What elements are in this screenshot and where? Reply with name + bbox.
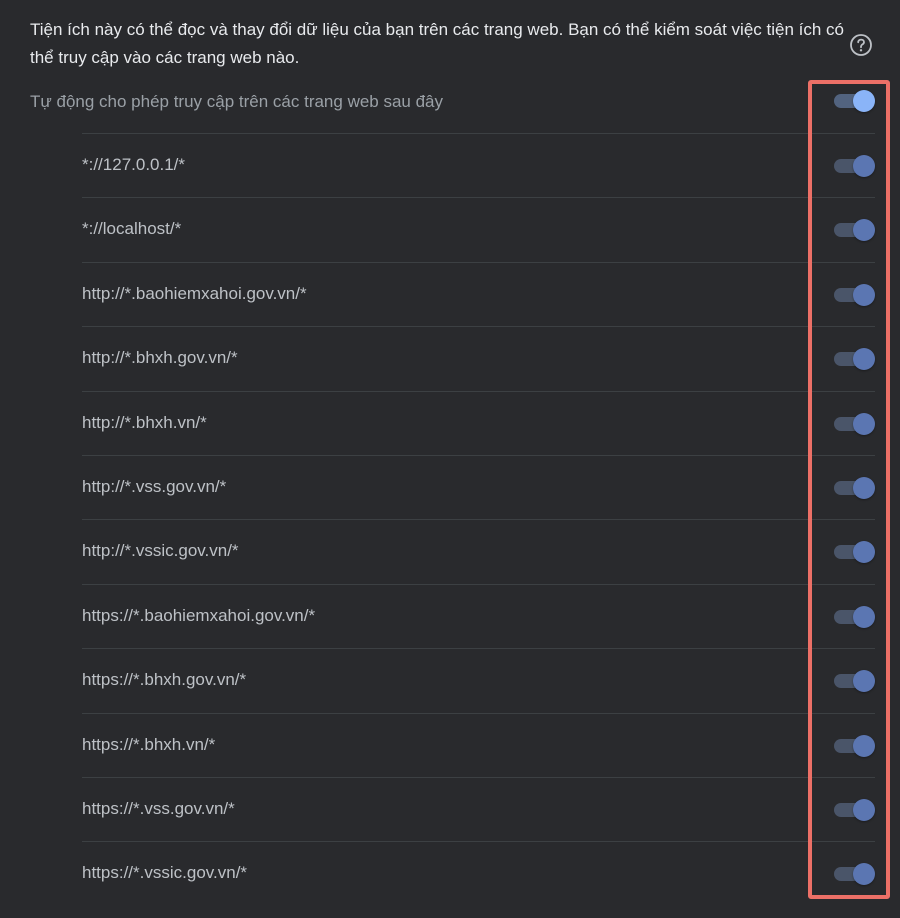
toggle-knob	[853, 219, 875, 242]
toggle-knob	[853, 541, 875, 564]
site-toggle[interactable]	[834, 541, 875, 564]
site-list: *://127.0.0.1/* *://localhost/* http://*…	[82, 133, 875, 906]
site-pattern-label: https://*.baohiemxahoi.gov.vn/*	[82, 605, 316, 625]
site-row: *://127.0.0.1/*	[82, 133, 875, 197]
toggle-knob	[853, 283, 875, 306]
help-circle-icon[interactable]	[849, 33, 873, 57]
site-toggle[interactable]	[834, 605, 875, 628]
site-row: https://*.vssic.gov.vn/*	[82, 841, 875, 905]
site-pattern-label: http://*.vss.gov.vn/*	[82, 476, 227, 496]
toggle-knob	[853, 734, 875, 757]
site-toggle[interactable]	[834, 670, 875, 693]
site-pattern-label: *://localhost/*	[82, 219, 182, 239]
site-toggle[interactable]	[834, 863, 875, 886]
site-row: https://*.bhxh.gov.vn/*	[82, 648, 875, 712]
toggle-knob	[853, 476, 875, 499]
site-toggle[interactable]	[834, 283, 875, 306]
site-row: http://*.vss.gov.vn/*	[82, 454, 875, 519]
site-toggle[interactable]	[834, 155, 875, 177]
toggle-knob	[853, 670, 875, 693]
site-row: https://*.vss.gov.vn/*	[82, 776, 875, 841]
site-row: https://*.bhxh.vn/*	[82, 712, 875, 777]
site-row: http://*.bhxh.gov.vn/*	[82, 326, 875, 390]
auto-allow-toggle[interactable]	[834, 90, 875, 112]
site-pattern-label: http://*.bhxh.vn/*	[82, 412, 207, 432]
site-row: http://*.vssic.gov.vn/*	[82, 519, 875, 583]
site-pattern-label: http://*.vssic.gov.vn/*	[82, 541, 239, 561]
site-row: https://*.baohiemxahoi.gov.vn/*	[82, 583, 875, 648]
site-row: http://*.baohiemxahoi.gov.vn/*	[82, 261, 875, 326]
auto-allow-row: Tự động cho phép truy cập trên các trang…	[30, 84, 880, 120]
site-row: *://localhost/*	[82, 197, 875, 261]
site-pattern-label: http://*.bhxh.gov.vn/*	[82, 348, 238, 368]
extension-site-access-panel: Tiện ích này có thể đọc và thay đổi dữ l…	[0, 0, 900, 918]
site-toggle[interactable]	[834, 798, 875, 821]
toggle-knob	[853, 605, 875, 628]
site-access-description: Tiện ích này có thể đọc và thay đổi dữ l…	[30, 20, 844, 67]
site-pattern-label: http://*.baohiemxahoi.gov.vn/*	[82, 283, 307, 303]
toggle-knob	[853, 90, 875, 112]
site-toggle[interactable]	[834, 476, 875, 499]
site-pattern-label: https://*.bhxh.vn/*	[82, 734, 216, 754]
site-toggle[interactable]	[834, 219, 875, 242]
toggle-knob	[853, 348, 875, 371]
site-row: http://*.bhxh.vn/*	[82, 390, 875, 455]
site-toggle[interactable]	[834, 734, 875, 757]
site-toggle[interactable]	[834, 348, 875, 371]
toggle-knob	[853, 412, 875, 435]
toggle-knob	[853, 798, 875, 821]
site-pattern-label: https://*.vssic.gov.vn/*	[82, 863, 248, 883]
site-pattern-label: *://127.0.0.1/*	[82, 155, 186, 174]
site-pattern-label: https://*.bhxh.gov.vn/*	[82, 670, 247, 690]
auto-allow-label: Tự động cho phép truy cập trên các trang…	[30, 92, 444, 111]
toggle-knob	[853, 863, 875, 886]
site-toggle[interactable]	[834, 412, 875, 435]
site-pattern-label: https://*.vss.gov.vn/*	[82, 798, 235, 818]
toggle-knob	[853, 155, 875, 177]
